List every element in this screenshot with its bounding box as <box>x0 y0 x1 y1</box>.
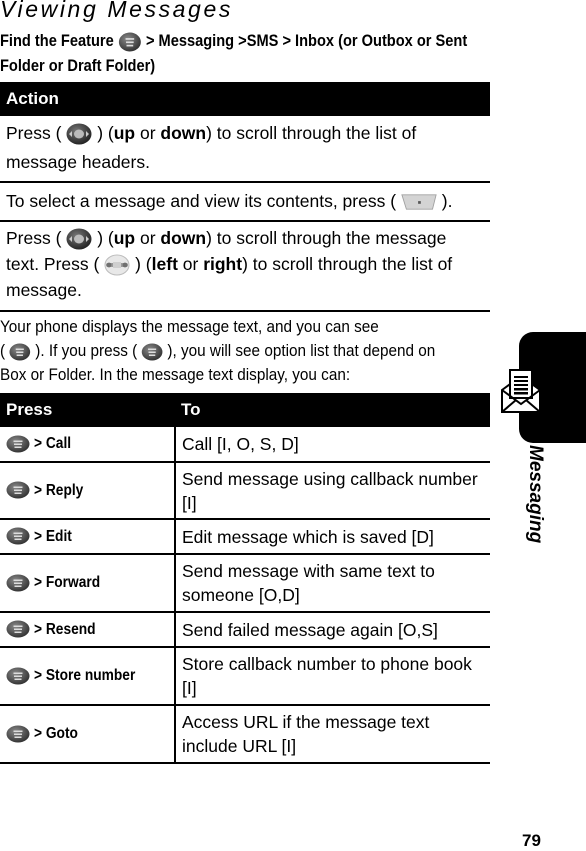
find-feature-path-continued: Folder or Draft Folder) <box>0 56 156 75</box>
action-cell: Press ( ) (up or down) to scroll through… <box>0 221 490 312</box>
page-number: 79 <box>522 831 541 850</box>
option-goto: > Goto <box>34 725 79 742</box>
table-row: > Edit Edit message which is saved [D] <box>0 519 490 555</box>
option-description: Send message using callback number [I] <box>175 462 490 520</box>
menu-key-icon <box>142 343 164 361</box>
select-softkey-icon <box>401 193 437 211</box>
table-row: Press ( ) (up or down) to scroll through… <box>0 116 490 183</box>
option-resend: > Resend <box>34 620 97 638</box>
menu-key-icon <box>6 574 30 592</box>
option-description: Edit message which is saved [D] <box>175 519 490 555</box>
nav-left-right-icon <box>104 254 130 276</box>
section-label: Messaging <box>525 445 546 544</box>
option-description: Send failed message again [O,S] <box>175 612 490 648</box>
find-feature-instruction: Find the Feature > Messaging >SMS > Inbo… <box>0 28 467 78</box>
option-call: > Call <box>34 435 72 452</box>
menu-key-icon <box>6 667 30 685</box>
action-cell: To select a message and view its content… <box>0 182 490 222</box>
menu-key-icon <box>6 725 30 743</box>
table-row: > Reply Send message using callback numb… <box>0 462 490 520</box>
press-header: Press <box>0 393 175 427</box>
find-feature-prefix: Find the Feature <box>0 31 114 50</box>
option-description: Call [I, O, S, D] <box>175 427 490 463</box>
option-edit: > Edit <box>34 527 73 545</box>
menu-key-icon <box>6 620 30 638</box>
menu-key-icon <box>118 32 142 52</box>
option-reply: > Reply <box>34 481 84 499</box>
find-feature-path: > Messaging >SMS > Inbox (or Outbox or S… <box>145 31 468 50</box>
menu-key-icon <box>9 343 31 361</box>
option-store-number: > Store number <box>34 667 136 684</box>
menu-key-icon <box>6 527 30 545</box>
option-forward: > Forward <box>34 574 101 591</box>
envelope-icon <box>501 369 541 413</box>
action-header: Action <box>0 82 490 116</box>
menu-key-icon <box>6 481 30 499</box>
option-description: Send message with same text to someone [… <box>175 554 490 613</box>
table-row: > Store number Store callback number to … <box>0 647 490 706</box>
description-paragraph: Your phone displays the message text, an… <box>0 317 436 384</box>
table-row: > Resend Send failed message again [O,S] <box>0 612 490 648</box>
table-row: > Goto Access URL if the message text in… <box>0 705 490 764</box>
table-row: > Call Call [I, O, S, D] <box>0 427 490 463</box>
option-description: Access URL if the message text include U… <box>175 705 490 764</box>
nav-key-icon <box>66 123 92 145</box>
option-description: Store callback number to phone book [I] <box>175 647 490 706</box>
table-row: To select a message and view its content… <box>0 182 490 222</box>
to-header: To <box>175 393 490 427</box>
table-row: Press ( ) (up or down) to scroll through… <box>0 221 490 312</box>
page-title: Viewing Messages <box>0 0 233 22</box>
action-cell: Press ( ) (up or down) to scroll through… <box>0 116 490 183</box>
press-options-table: Press To > Call Call [I, O, S, D] > Repl… <box>0 393 490 764</box>
action-table: Action Press ( ) (up or down) to scroll … <box>0 82 490 312</box>
table-row: > Forward Send message with same text to… <box>0 554 490 613</box>
nav-key-icon <box>66 228 92 250</box>
menu-key-icon <box>6 435 30 453</box>
